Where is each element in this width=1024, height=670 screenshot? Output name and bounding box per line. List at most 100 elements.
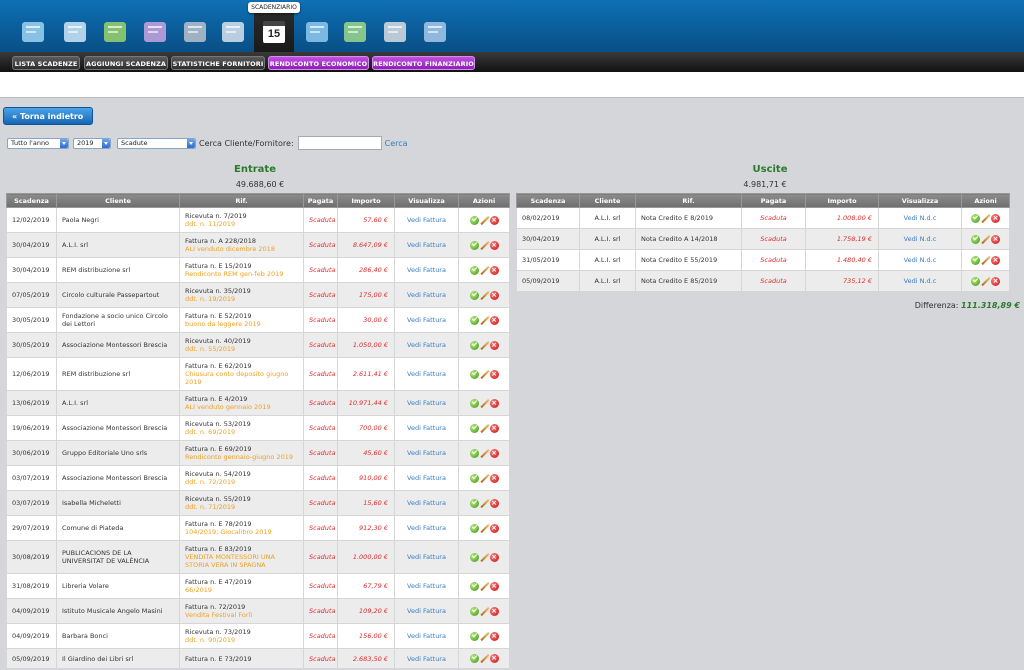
delete-icon[interactable]: ×: [489, 290, 499, 300]
col-cliente[interactable]: Cliente: [56, 193, 180, 208]
edit-pencil-icon[interactable]: [480, 370, 489, 379]
edit-pencil-icon[interactable]: [480, 524, 489, 533]
check-icon[interactable]: [469, 265, 479, 275]
delete-icon[interactable]: ×: [489, 581, 499, 591]
col-cliente[interactable]: Cliente: [579, 193, 636, 208]
monitor-icon[interactable]: [18, 16, 48, 48]
delete-icon[interactable]: ×: [991, 276, 1000, 286]
delete-icon[interactable]: ×: [489, 398, 499, 408]
col-pagata[interactable]: Pagata: [303, 193, 338, 208]
edit-pencil-icon[interactable]: [981, 235, 990, 244]
col-visualizza[interactable]: Visualizza: [878, 193, 962, 208]
edit-pencil-icon[interactable]: [981, 256, 990, 265]
check-icon[interactable]: [971, 234, 980, 244]
money-icon[interactable]: [100, 16, 130, 48]
col-rif[interactable]: Rif.: [635, 193, 742, 208]
status-select[interactable]: Scadute: [117, 137, 196, 149]
check-icon[interactable]: [469, 552, 479, 562]
check-icon[interactable]: [469, 240, 479, 250]
table-row[interactable]: 30/08/2019 PUBLICACIONS DE LA UNIVERSITAT…: [6, 540, 510, 574]
delete-icon[interactable]: ×: [489, 240, 499, 250]
table-row[interactable]: 05/09/2019 A.L.I. srl Nota Credito E 85/20…: [516, 270, 1010, 292]
table-row[interactable]: 12/02/2019 Paola Negri Ricevuta n. 7/2019 d…: [6, 207, 510, 233]
check-icon[interactable]: [971, 255, 980, 265]
delete-icon[interactable]: ×: [489, 315, 499, 325]
delete-icon[interactable]: ×: [489, 448, 499, 458]
check-icon[interactable]: [971, 213, 980, 223]
check-icon[interactable]: [469, 631, 479, 641]
edit-pencil-icon[interactable]: [981, 277, 990, 286]
delete-icon[interactable]: ×: [489, 369, 499, 379]
check-icon[interactable]: [469, 369, 479, 379]
edit-pencil-icon[interactable]: [981, 214, 990, 223]
delete-icon[interactable]: ×: [489, 654, 499, 663]
cart-icon[interactable]: [140, 16, 170, 48]
check-icon[interactable]: [469, 423, 479, 433]
notepad-icon[interactable]: [60, 16, 90, 48]
table-row[interactable]: 30/04/2019 REM distribuzione srl Fattura n…: [6, 257, 510, 283]
check-icon[interactable]: [469, 606, 479, 616]
col-scadenza[interactable]: Scadenza: [6, 193, 57, 208]
tools-icon[interactable]: [380, 16, 410, 48]
delete-icon[interactable]: ×: [991, 213, 1000, 223]
check-icon[interactable]: [469, 581, 479, 591]
table-row[interactable]: 05/09/2019 Il Giardino dei Libri srl Fattu…: [6, 648, 510, 669]
view-invoice-link[interactable]: Vedi Fattura: [394, 332, 459, 358]
delete-icon[interactable]: ×: [489, 523, 499, 533]
view-credit-note-link[interactable]: Vedi N.d.c: [878, 270, 962, 292]
edit-pencil-icon[interactable]: [480, 266, 489, 275]
table-row[interactable]: 04/09/2019 Barbara Bonci Ricevuta n. 73/20…: [6, 623, 510, 649]
view-invoice-link[interactable]: Vedi Fattura: [394, 573, 459, 599]
check-icon[interactable]: [469, 340, 479, 350]
delete-icon[interactable]: ×: [489, 552, 499, 562]
table-row[interactable]: 30/04/2019 A.L.I. srl Fattura n. A 228/201…: [6, 232, 510, 258]
delete-icon[interactable]: ×: [489, 340, 499, 350]
table-row[interactable]: 29/07/2019 Comune di Piateda Fattura n. E …: [6, 515, 510, 541]
nav-statistiche-fornitori[interactable]: STATISTICHE FORNITORI: [171, 56, 265, 70]
calendar-icon[interactable]: 15: [263, 21, 285, 43]
check-icon[interactable]: [469, 215, 479, 225]
delete-icon[interactable]: ×: [489, 423, 499, 433]
delete-icon[interactable]: ×: [489, 473, 499, 483]
edit-pencil-icon[interactable]: [480, 607, 489, 616]
delete-icon[interactable]: ×: [489, 215, 499, 225]
check-icon[interactable]: [469, 290, 479, 300]
check-icon[interactable]: [469, 398, 479, 408]
view-invoice-link[interactable]: Vedi Fattura: [394, 648, 459, 669]
edit-pencil-icon[interactable]: [480, 316, 489, 325]
col-rif[interactable]: Rif.: [179, 193, 304, 208]
col-importo[interactable]: Importo: [805, 193, 879, 208]
table-row[interactable]: 30/06/2019 Gruppo Editoriale Uno srls Fatt…: [6, 440, 510, 466]
view-invoice-link[interactable]: Vedi Fattura: [394, 232, 459, 258]
nav-lista-scadenze[interactable]: LISTA SCADENZE: [12, 56, 80, 70]
view-credit-note-link[interactable]: Vedi N.d.c: [878, 228, 962, 250]
search-input[interactable]: [297, 136, 382, 150]
view-invoice-link[interactable]: Vedi Fattura: [394, 623, 459, 649]
table-row[interactable]: 31/08/2019 Libreria Volare Fattura n. E 47…: [6, 573, 510, 599]
check-icon[interactable]: [971, 276, 980, 286]
table-row[interactable]: 13/06/2019 A.L.I. srl Fattura n. E 4/2019 A…: [6, 390, 510, 416]
edit-pencil-icon[interactable]: [480, 291, 489, 300]
edit-pencil-icon[interactable]: [480, 499, 489, 508]
view-invoice-link[interactable]: Vedi Fattura: [394, 307, 459, 333]
view-invoice-link[interactable]: Vedi Fattura: [394, 390, 459, 416]
view-invoice-link[interactable]: Vedi Fattura: [394, 357, 459, 391]
edit-pencil-icon[interactable]: [480, 241, 489, 250]
table-row[interactable]: 19/06/2019 Associazione Montessori Bresci…: [6, 415, 510, 441]
view-credit-note-link[interactable]: Vedi N.d.c: [878, 249, 962, 271]
nav-rendiconto-finanziario[interactable]: RENDICONTO FINANZIARIO: [372, 56, 475, 70]
view-invoice-link[interactable]: Vedi Fattura: [394, 515, 459, 541]
col-pagata[interactable]: Pagata: [741, 193, 806, 208]
globe-chart-icon[interactable]: [340, 16, 370, 48]
view-invoice-link[interactable]: Vedi Fattura: [394, 282, 459, 308]
delete-icon[interactable]: ×: [991, 255, 1000, 265]
table-row[interactable]: 03/07/2019 Associazione Montessori Bresci…: [6, 465, 510, 491]
table-row[interactable]: 03/07/2019 Isabella Micheletti Ricevuta n.…: [6, 490, 510, 516]
period-select[interactable]: Tutto l'anno: [7, 137, 69, 149]
check-icon[interactable]: [469, 523, 479, 533]
nav-aggiungi-scadenza[interactable]: AGGIUNGI SCADENZA: [84, 56, 168, 70]
edit-pencil-icon[interactable]: [480, 582, 489, 591]
nav-rendiconto-economico[interactable]: RENDICONTO ECONOMICO: [268, 56, 369, 70]
view-invoice-link[interactable]: Vedi Fattura: [394, 415, 459, 441]
view-invoice-link[interactable]: Vedi Fattura: [394, 490, 459, 516]
